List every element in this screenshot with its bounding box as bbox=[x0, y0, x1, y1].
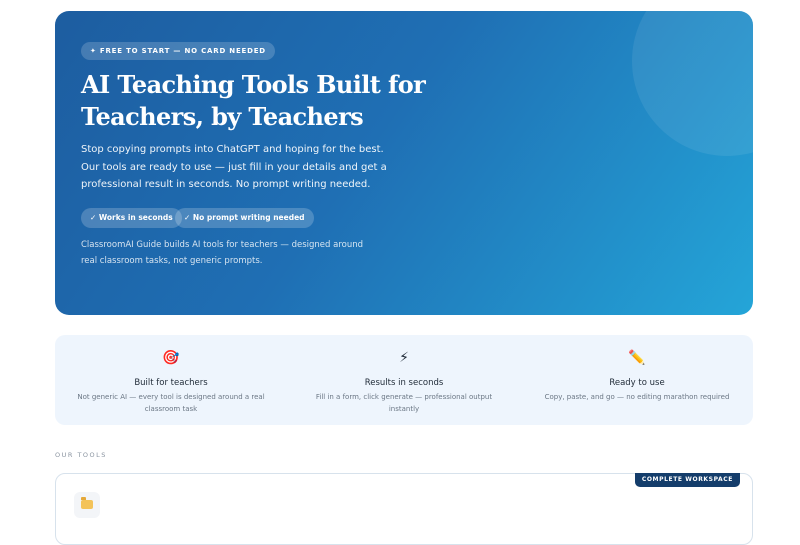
section-label-our-tools: OUR TOOLS bbox=[55, 451, 107, 459]
feature-built-for-teachers: 🎯 Built for teachers Not generic AI — ev… bbox=[55, 335, 287, 425]
features-panel: 🎯 Built for teachers Not generic AI — ev… bbox=[55, 335, 753, 425]
feature-ready-to-use: ✏️ Ready to use Copy, paste, and go — no… bbox=[521, 335, 753, 425]
feature-description: Not generic AI — every tool is designed … bbox=[77, 393, 265, 413]
hero-title: AI Teaching Tools Built for Teachers, by… bbox=[81, 70, 426, 131]
pill-no-prompt-writing: ✓ No prompt writing needed bbox=[175, 208, 314, 228]
lightning-icon: ⚡ bbox=[399, 350, 409, 366]
folder-icon bbox=[74, 492, 100, 518]
hero-banner: ✦ FREE TO START — NO CARD NEEDED AI Teac… bbox=[55, 11, 753, 315]
free-badge: ✦ FREE TO START — NO CARD NEEDED bbox=[81, 42, 275, 60]
pencil-icon: ✏️ bbox=[628, 350, 646, 366]
hero-description: Stop copying prompts into ChatGPT and ho… bbox=[81, 144, 387, 190]
complete-workspace-badge: COMPLETE WORKSPACE bbox=[634, 473, 740, 487]
tool-card-complete-workspace[interactable]: COMPLETE WORKSPACE bbox=[55, 473, 753, 545]
feature-description: Fill in a form, click generate — profess… bbox=[315, 393, 493, 413]
feature-results-in-seconds: ⚡ Results in seconds Fill in a form, cli… bbox=[288, 335, 520, 425]
feature-title: Ready to use bbox=[609, 378, 665, 388]
feature-description: Copy, paste, and go — no editing maratho… bbox=[544, 393, 730, 401]
feature-title: Built for teachers bbox=[134, 378, 208, 388]
target-icon: 🎯 bbox=[162, 350, 180, 366]
hero-note: ClassroomAI Guide builds AI tools for te… bbox=[81, 240, 364, 266]
pill-works-in-seconds: ✓ Works in seconds bbox=[81, 208, 182, 228]
feature-title: Results in seconds bbox=[364, 378, 444, 388]
decorative-circle bbox=[632, 11, 753, 156]
